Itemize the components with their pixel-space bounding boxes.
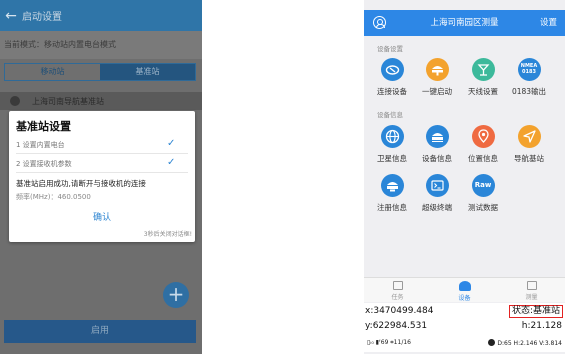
gnss-status-bar: ▯ᵢ₀ ▮ᶠ69 ⌗11/16 D:65 H:2.146 V:3.814 xyxy=(364,335,565,352)
menu-device-info[interactable]: 设备信息 xyxy=(412,125,462,164)
station-status-icon xyxy=(10,96,20,106)
status-badge: 状态:基准站 xyxy=(508,305,563,318)
menu-label: 测试数据 xyxy=(468,203,498,212)
base-station-dialog: 基准站设置 1 设置内置电台 ✓ 2 设置接收机参数 ✓ 基准站启用成功,请断开… xyxy=(9,111,195,242)
top-app-bar: ← 启动设置 xyxy=(0,0,202,31)
divider xyxy=(16,153,188,154)
menu-label: 卫星信息 xyxy=(377,154,407,163)
frequency-text: 频率(MHz)：460.0500 xyxy=(16,193,91,201)
tab-label: 测量 xyxy=(525,294,538,301)
precision-values: D:65 H:2.146 V:3.814 xyxy=(497,340,562,347)
menu-label: 天线设置 xyxy=(468,87,498,96)
add-button[interactable]: + xyxy=(163,282,189,308)
task-icon xyxy=(392,281,403,290)
enable-button[interactable]: 启用 xyxy=(4,320,196,343)
menu-navigation-base[interactable]: 导航基站 xyxy=(504,125,554,164)
device-menu-screen: 上海司南园区测量 设置 设备设置 连接设备 一键启动 天线设置 NMEA 0183 xyxy=(364,0,565,354)
device-icon xyxy=(458,281,471,291)
height-value: h:21.128 xyxy=(521,321,562,331)
location-pin-icon xyxy=(471,125,495,148)
segment-base[interactable]: 基准站 xyxy=(100,64,195,80)
menu-satellite-info[interactable]: 卫星信息 xyxy=(367,125,417,164)
divider xyxy=(16,172,188,173)
screenshot-canvas: ← 启动设置 当前模式：移动站内置电台模式 移动站 基准站 上海司南导航基准站 … xyxy=(0,0,565,354)
check-icon: ✓ xyxy=(167,138,176,149)
section-title-device-info: 设备信息 xyxy=(377,111,403,119)
x-coordinate: x:3470499.484 xyxy=(365,306,434,316)
one-key-start-icon xyxy=(425,58,449,81)
tab-survey[interactable]: 测量 xyxy=(498,278,565,302)
link-device-icon xyxy=(380,58,404,81)
auto-close-hint: 3秒后关闭对话框! xyxy=(143,231,192,238)
menu-connect-device[interactable]: 连接设备 xyxy=(367,58,417,97)
bottom-tab-bar: 任务 设备 测量 xyxy=(364,277,565,302)
menu-0183-output[interactable]: NMEA 0183 0183输出 xyxy=(504,58,554,97)
dialog-title: 基准站设置 xyxy=(16,120,71,133)
menu-test-data[interactable]: Raw 测试数据 xyxy=(458,174,508,213)
tab-label: 任务 xyxy=(391,294,404,301)
coordinate-panel: x:3470499.484 y:622984.531 状态:基准站 h:21.1… xyxy=(364,303,565,335)
satellite-status-text: ▯ᵢ₀ ▮ᶠ69 ⌗11/16 xyxy=(367,339,411,346)
y-coordinate: y:622984.531 xyxy=(365,321,428,331)
receiver-icon xyxy=(425,125,449,148)
startup-settings-screen: ← 启动设置 当前模式：移动站内置电台模式 移动站 基准站 上海司南导航基准站 … xyxy=(0,0,202,354)
raw-badge: Raw xyxy=(474,181,492,189)
menu-label: 超级终端 xyxy=(422,203,452,212)
raw-data-icon: Raw xyxy=(471,174,495,197)
back-arrow-icon[interactable]: ← xyxy=(0,8,22,24)
current-mode-text: 当前模式：移动站内置电台模式 xyxy=(0,31,202,59)
section-title-device-settings: 设备设置 xyxy=(377,45,403,53)
segment-rover[interactable]: 移动站 xyxy=(5,64,100,80)
menu-super-terminal[interactable]: 超级终端 xyxy=(412,174,462,213)
settings-link[interactable]: 设置 xyxy=(540,10,557,36)
station-name: 上海司南导航基准站 xyxy=(32,96,104,106)
antenna-icon xyxy=(471,58,495,81)
menu-position-info[interactable]: 位置信息 xyxy=(458,125,508,164)
menu-label: 注册信息 xyxy=(377,203,407,212)
menu-label: 0183输出 xyxy=(511,87,547,96)
menu-antenna-settings[interactable]: 天线设置 xyxy=(458,58,508,97)
app-header: 上海司南园区测量 设置 xyxy=(364,10,565,36)
survey-icon xyxy=(526,281,537,290)
tab-task[interactable]: 任务 xyxy=(364,278,431,302)
menu-label: 位置信息 xyxy=(468,154,498,163)
navigation-arrow-icon xyxy=(517,125,541,148)
menu-label: 设备信息 xyxy=(422,154,452,163)
menu-label: 连接设备 xyxy=(377,87,407,96)
dialog-message: 基准站启用成功,请断开与接收机的连接 xyxy=(16,179,146,188)
menu-register-info[interactable]: 注册信息 xyxy=(367,174,417,213)
globe-icon xyxy=(380,125,404,148)
project-title: 上海司南园区测量 xyxy=(430,18,499,28)
menu-one-key-start[interactable]: 一键启动 xyxy=(412,58,462,97)
tab-device[interactable]: 设备 xyxy=(431,278,498,302)
step-set-radio: 1 设置内置电台 xyxy=(16,141,65,149)
station-list-item[interactable]: 上海司南导航基准站 xyxy=(0,92,202,110)
menu-label: 一键启动 xyxy=(422,87,452,96)
register-icon xyxy=(380,174,404,197)
tab-label: 设备 xyxy=(458,295,471,302)
terminal-icon xyxy=(425,174,449,197)
nmea-icon: NMEA 0183 xyxy=(517,58,541,81)
nmea-badge: NMEA 0183 xyxy=(520,63,538,75)
step-set-receiver: 2 设置接收机参数 xyxy=(16,160,72,168)
fix-status-icon xyxy=(488,339,496,346)
check-icon: ✓ xyxy=(167,157,176,168)
page-title: 启动设置 xyxy=(22,12,62,23)
precision-status-text: D:65 H:2.146 V:3.814 xyxy=(488,339,562,347)
mode-segmented-control: 移动站 基准站 xyxy=(4,63,196,81)
menu-label: 导航基站 xyxy=(514,154,544,163)
confirm-button[interactable]: 确认 xyxy=(9,210,195,223)
